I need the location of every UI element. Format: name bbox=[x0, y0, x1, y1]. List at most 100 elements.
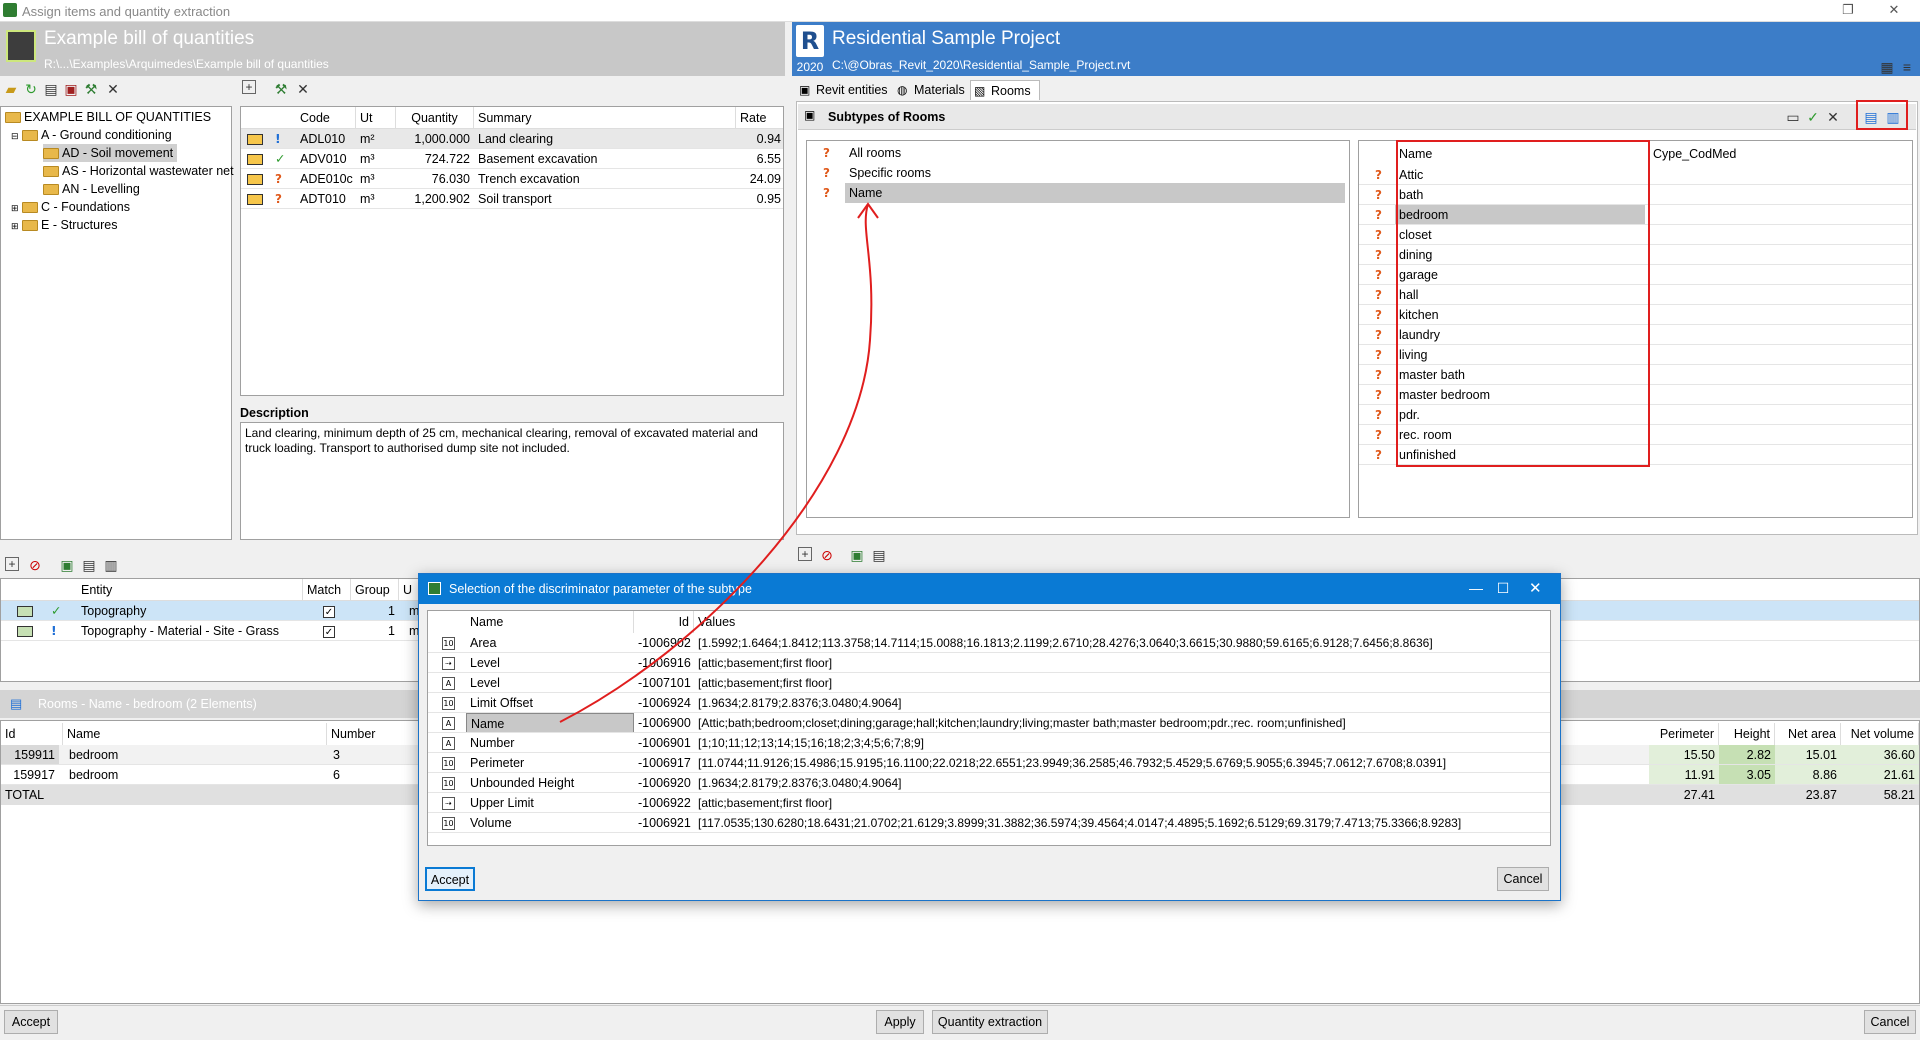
parameter-row[interactable]: ⇢ Upper Limit -1006922 [attic;basement;firs… bbox=[428, 793, 1550, 813]
col-group[interactable]: Group bbox=[351, 579, 399, 600]
match-checkbox[interactable]: ✓ bbox=[323, 606, 335, 618]
tree-item[interactable]: ⊞ E - Structures bbox=[11, 216, 117, 234]
parameter-name: Name bbox=[466, 713, 634, 732]
col-parameter-values[interactable]: Values bbox=[694, 611, 1544, 633]
minimize-icon[interactable]: — bbox=[1469, 580, 1483, 596]
entity-group: 1 bbox=[388, 624, 395, 638]
add-icon[interactable]: + bbox=[5, 557, 19, 571]
dialog-accept-button[interactable]: Accept bbox=[425, 867, 475, 891]
match-checkbox[interactable]: ✓ bbox=[323, 626, 335, 638]
cross-icon-2[interactable]: ✕ bbox=[294, 80, 312, 98]
menu-icon[interactable]: ≡ bbox=[1898, 58, 1916, 76]
parameter-row[interactable]: A Number -1006901 [1;10;11;12;13;14;15;16;1… bbox=[428, 733, 1550, 753]
table-row[interactable]: ? ADE010c m³ 76.030 Trench excavation 24… bbox=[241, 169, 783, 189]
check-icon[interactable]: ✓ bbox=[1804, 108, 1822, 126]
quantity-extraction-button[interactable]: Quantity extraction bbox=[932, 1010, 1048, 1034]
status-icon: ? bbox=[1375, 448, 1382, 462]
room-height: 2.82 bbox=[1719, 745, 1775, 764]
status-icon: ? bbox=[1375, 268, 1382, 282]
parameter-row[interactable]: 10 Area -1006902 [1.5992;1.6464;1.8412;113.… bbox=[428, 633, 1550, 653]
table-row[interactable]: ✓ ADV010 m³ 724.722 Basement excavation … bbox=[241, 149, 783, 169]
col-rate[interactable]: Rate bbox=[736, 107, 783, 128]
apply-button[interactable]: Apply bbox=[876, 1010, 924, 1034]
assign-icon-right[interactable]: ▣ bbox=[848, 546, 866, 564]
parameter-row[interactable]: 10 Limit Offset -1006924 [1.9634;2.8179;2.8… bbox=[428, 693, 1550, 713]
col-unit[interactable]: U bbox=[399, 579, 419, 600]
description-text: Land clearing, minimum depth of 25 cm, m… bbox=[240, 422, 784, 540]
parameter-row[interactable]: 10 Unbounded Height -1006920 [1.9634;2.8179… bbox=[428, 773, 1550, 793]
add-icon-right[interactable]: + bbox=[798, 547, 812, 561]
item-unit: m³ bbox=[360, 172, 375, 186]
subtypes-title: Subtypes of Rooms bbox=[828, 110, 946, 124]
parameter-row[interactable]: 10 Volume -1006921 [117.0535;130.6280;18.64… bbox=[428, 813, 1550, 833]
items-table: Code Ut Quantity Summary Rate ! ADL010 m… bbox=[240, 106, 784, 396]
highlight-box bbox=[1856, 100, 1908, 130]
list-item[interactable]: ? All rooms bbox=[807, 143, 1349, 163]
parameter-row[interactable]: 10 Perimeter -1006917 [11.0744;11.9126;15.4… bbox=[428, 753, 1550, 773]
tab-rooms[interactable]: ▧ Rooms bbox=[970, 80, 1040, 100]
open-folder-icon[interactable]: ▰ bbox=[2, 80, 20, 98]
cross-icon[interactable]: ✕ bbox=[104, 80, 122, 98]
col-parameter-name[interactable]: Name bbox=[466, 611, 634, 633]
col-id[interactable]: Id bbox=[1, 723, 63, 745]
col-cype-codmed[interactable]: Cype_CodMed bbox=[1649, 143, 1849, 165]
col-room-name[interactable]: Name bbox=[63, 723, 327, 745]
refresh-icon[interactable]: ↻ bbox=[22, 80, 40, 98]
col-net-area[interactable]: Net area bbox=[1775, 723, 1841, 745]
remove-icon-right[interactable]: ⊘ bbox=[818, 546, 836, 564]
item-icon bbox=[247, 134, 263, 146]
col-match[interactable]: Match bbox=[303, 579, 351, 600]
col-height[interactable]: Height bbox=[1719, 723, 1775, 745]
col-ut[interactable]: Ut bbox=[356, 107, 396, 128]
number-param-icon: 10 bbox=[442, 637, 455, 651]
print-icon[interactable]: ▤ bbox=[42, 80, 60, 98]
list-item-selected[interactable]: Name bbox=[845, 183, 1345, 203]
layout-icon[interactable]: ▦ bbox=[1878, 58, 1896, 76]
col-parameter-id[interactable]: Id bbox=[634, 611, 694, 633]
delete-item-icon[interactable]: ▣ bbox=[62, 80, 80, 98]
col-net-volume[interactable]: Net volume bbox=[1841, 723, 1919, 745]
list-item[interactable]: ? Specific rooms bbox=[807, 163, 1349, 183]
parameter-values: [1;10;11;12;13;14;15;16;18;2;3;4;5;6;7;8… bbox=[698, 736, 924, 750]
parameter-row[interactable]: ⇢ Level -1006916 [attic;basement;first floo… bbox=[428, 653, 1550, 673]
project-header: R 2020 Residential Sample Project C:\@Ob… bbox=[792, 22, 1920, 76]
cancel-button[interactable]: Cancel bbox=[1864, 1010, 1916, 1034]
col-number[interactable]: Number bbox=[327, 723, 423, 745]
assign-icon[interactable]: ▣ bbox=[58, 556, 76, 574]
parameter-row[interactable]: A Level -1007101 [attic;basement;first floo… bbox=[428, 673, 1550, 693]
col-perimeter[interactable]: Perimeter bbox=[1649, 723, 1719, 745]
col-summary[interactable]: Summary bbox=[474, 107, 736, 128]
restore-button[interactable]: ❐ bbox=[1828, 2, 1868, 20]
col-quantity[interactable]: Quantity bbox=[396, 107, 474, 128]
paste-icon[interactable]: ▥ bbox=[102, 556, 120, 574]
parameter-id: -1006916 bbox=[638, 656, 691, 670]
remove-icon[interactable]: ⊘ bbox=[26, 556, 44, 574]
col-code[interactable]: Code bbox=[296, 107, 356, 128]
parameter-row[interactable]: A Name -1006900 [Attic;bath;bedroom;closet;… bbox=[428, 713, 1550, 733]
parameter-values: [Attic;bath;bedroom;closet;dining;garage… bbox=[698, 716, 1346, 730]
table-row[interactable]: ! ADL010 m² 1,000.000 Land clearing 0.94 bbox=[241, 129, 783, 149]
parameter-table-header: Name Id Values bbox=[428, 611, 1550, 633]
copy-icon-right[interactable]: ▤ bbox=[870, 546, 888, 564]
tree-item-selected[interactable]: AD - Soil movement bbox=[43, 144, 178, 162]
col-entity[interactable]: Entity bbox=[77, 579, 303, 600]
delete-icon[interactable]: ✕ bbox=[1824, 108, 1842, 126]
dialog-close-icon[interactable]: ✕ bbox=[1529, 579, 1542, 597]
tools-icon-2[interactable]: ⚒ bbox=[272, 80, 290, 98]
tab-revit-entities[interactable]: ▣ Revit entities bbox=[796, 80, 892, 100]
table-row[interactable]: ? ADT010 m³ 1,200.902 Soil transport 0.9… bbox=[241, 189, 783, 209]
close-window-button[interactable]: ✕ bbox=[1874, 2, 1914, 20]
accept-button[interactable]: Accept bbox=[4, 1010, 58, 1034]
add-icon[interactable]: + bbox=[242, 80, 256, 94]
tree-root[interactable]: EXAMPLE BILL OF QUANTITIES bbox=[5, 108, 211, 126]
tree-item[interactable]: ⊟ A - Ground conditioning bbox=[11, 126, 172, 144]
tools-icon[interactable]: ⚒ bbox=[82, 80, 100, 98]
dialog-cancel-button[interactable]: Cancel bbox=[1497, 867, 1549, 891]
open-icon[interactable]: ▭ bbox=[1784, 108, 1802, 126]
tab-materials[interactable]: ◍ Materials bbox=[894, 80, 974, 100]
tree-item[interactable]: AN - Levelling bbox=[43, 180, 140, 198]
maximize-icon[interactable]: ☐ bbox=[1485, 580, 1521, 597]
copy-icon[interactable]: ▤ bbox=[80, 556, 98, 574]
tree-item[interactable]: AS - Horizontal wastewater net bbox=[43, 162, 234, 180]
tree-item[interactable]: ⊞ C - Foundations bbox=[11, 198, 130, 216]
